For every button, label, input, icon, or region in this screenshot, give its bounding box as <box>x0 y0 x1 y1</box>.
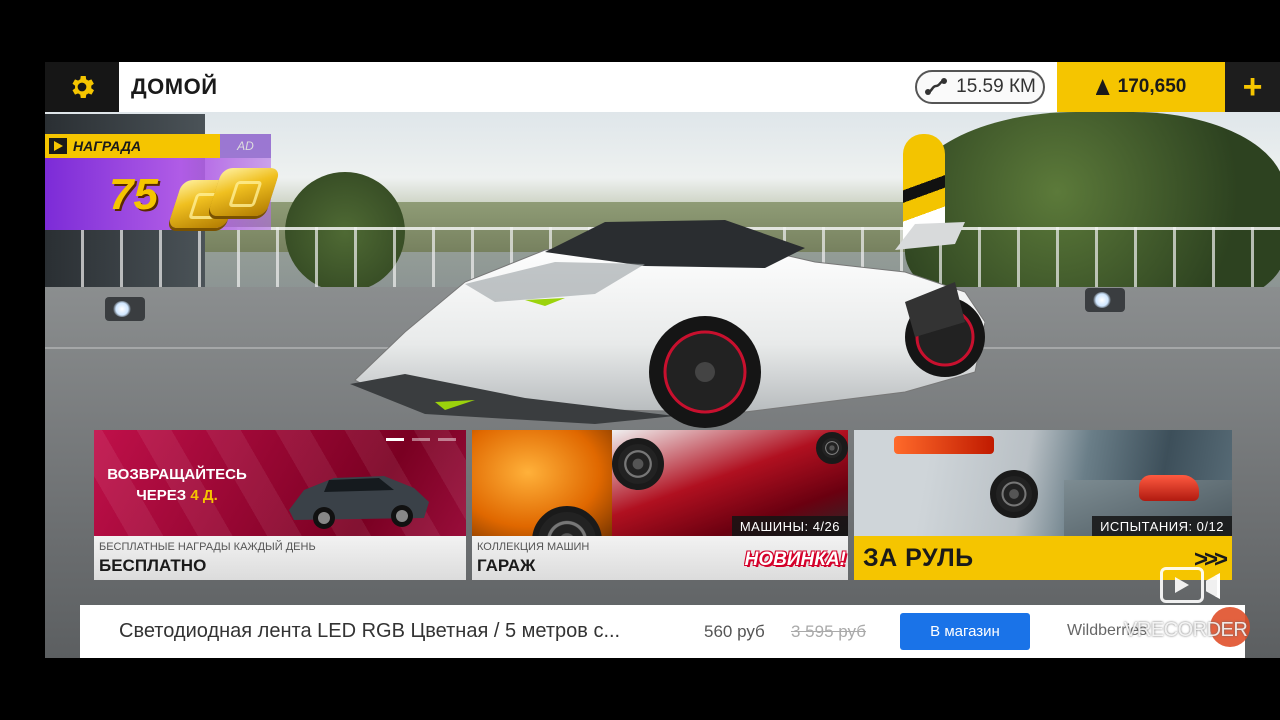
ad-price: 560 руб <box>704 622 765 641</box>
distance-counter: 15.59 КМ <box>915 70 1045 104</box>
ad-shop-button[interactable]: В магазин <box>900 613 1030 650</box>
drive-card[interactable]: ИСПЫТАНИЯ: 0/12 ЗА РУЛЬ >>> <box>854 430 1232 580</box>
top-bar: ДОМОЙ 15.59 КМ 170,650 + <box>45 62 1280 112</box>
daily-message-line1: ВОЗВРАЩАЙТЕСЬ <box>107 466 247 483</box>
wheel <box>612 438 664 490</box>
car-thumbnail <box>289 476 429 529</box>
watermark-text: VRECORDER <box>1124 619 1248 641</box>
daily-message-line2: ЧЕРЕЗ 4 Д. <box>102 485 252 506</box>
floor-lamp <box>105 297 145 321</box>
reward-header: НАГРАДА <box>45 134 220 158</box>
new-badge: НОВИНКА! <box>744 549 846 570</box>
carousel-dots <box>386 438 456 441</box>
card-title: БЕСПЛАТНО <box>99 556 207 575</box>
daily-days: 4 Д. <box>190 487 218 504</box>
reward-title: НАГРАДА <box>73 138 142 154</box>
tail-lights <box>894 436 994 454</box>
currency-value: 170,650 <box>1117 76 1187 97</box>
camera-lens-icon <box>1206 573 1220 599</box>
route-icon <box>925 78 948 95</box>
add-currency-button[interactable]: + <box>1225 62 1280 112</box>
daily-message-prefix: ЧЕРЕЗ <box>136 487 191 504</box>
video-camera-icon <box>1160 567 1204 603</box>
gear-icon <box>72 76 94 98</box>
game-screen: ДОМОЙ 15.59 КМ 170,650 + НАГРАДА AD 75 В… <box>45 62 1280 658</box>
card-subtitle: БЕСПЛАТНЫЕ НАГРАДЫ КАЖДЫЙ ДЕНЬ <box>99 541 316 553</box>
card-title: ГАРАЖ <box>477 556 536 575</box>
floor-lamp <box>1085 288 1125 312</box>
settings-button[interactable] <box>45 62 119 112</box>
play-icon <box>49 138 67 154</box>
daily-message: ВОЗВРАЩАЙТЕСЬ ЧЕРЕЗ 4 Д. <box>102 464 252 506</box>
card-subtitle: КОЛЛЕКЦИЯ МАШИН <box>477 541 590 553</box>
reward-amount: 75 <box>109 170 158 219</box>
car-thumbnail <box>1139 475 1199 501</box>
car-count: МАШИНЫ: 4/26 <box>731 516 848 536</box>
card-footer: КОЛЛЕКЦИЯ МАШИН ГАРАЖ НОВИНКА! <box>472 536 848 580</box>
gold-bar-icon <box>207 168 281 216</box>
ad-reward-widget[interactable]: НАГРАДА AD 75 <box>45 134 281 234</box>
wheel <box>990 470 1038 518</box>
recorder-watermark: VRECORDER <box>1120 565 1280 655</box>
daily-reward-card[interactable]: ВОЗВРАЩАЙТЕСЬ ЧЕРЕЗ 4 Д. БЕСПЛАТНЫЕ НАГР… <box>94 430 466 580</box>
wheel <box>816 432 848 464</box>
challenge-count: ИСПЫТАНИЯ: 0/12 <box>1092 516 1232 536</box>
page-title: ДОМОЙ <box>131 74 218 99</box>
carousel-dot <box>438 438 456 441</box>
coin-icon <box>1095 79 1110 95</box>
currency-balance: 170,650 <box>1057 62 1225 112</box>
carousel-dot <box>412 438 430 441</box>
garage-card[interactable]: МАШИНЫ: 4/26 КОЛЛЕКЦИЯ МАШИН ГАРАЖ НОВИН… <box>472 430 848 580</box>
distance-value: 15.59 КМ <box>956 76 1036 97</box>
ad-tag: AD <box>220 134 271 158</box>
carousel-dot <box>386 438 404 441</box>
reward-body: 75 <box>45 158 281 230</box>
ad-title: Светодиодная лента LED RGB Цветная / 5 м… <box>119 620 621 642</box>
card-title: ЗА РУЛЬ <box>863 544 974 572</box>
card-footer: БЕСПЛАТНЫЕ НАГРАДЫ КАЖДЫЙ ДЕНЬ БЕСПЛАТНО <box>94 536 466 580</box>
hero-car[interactable] <box>345 202 985 432</box>
ad-banner[interactable]: Светодиодная лента LED RGB Цветная / 5 м… <box>80 605 1245 658</box>
ad-old-price: 3 595 руб <box>791 622 866 641</box>
